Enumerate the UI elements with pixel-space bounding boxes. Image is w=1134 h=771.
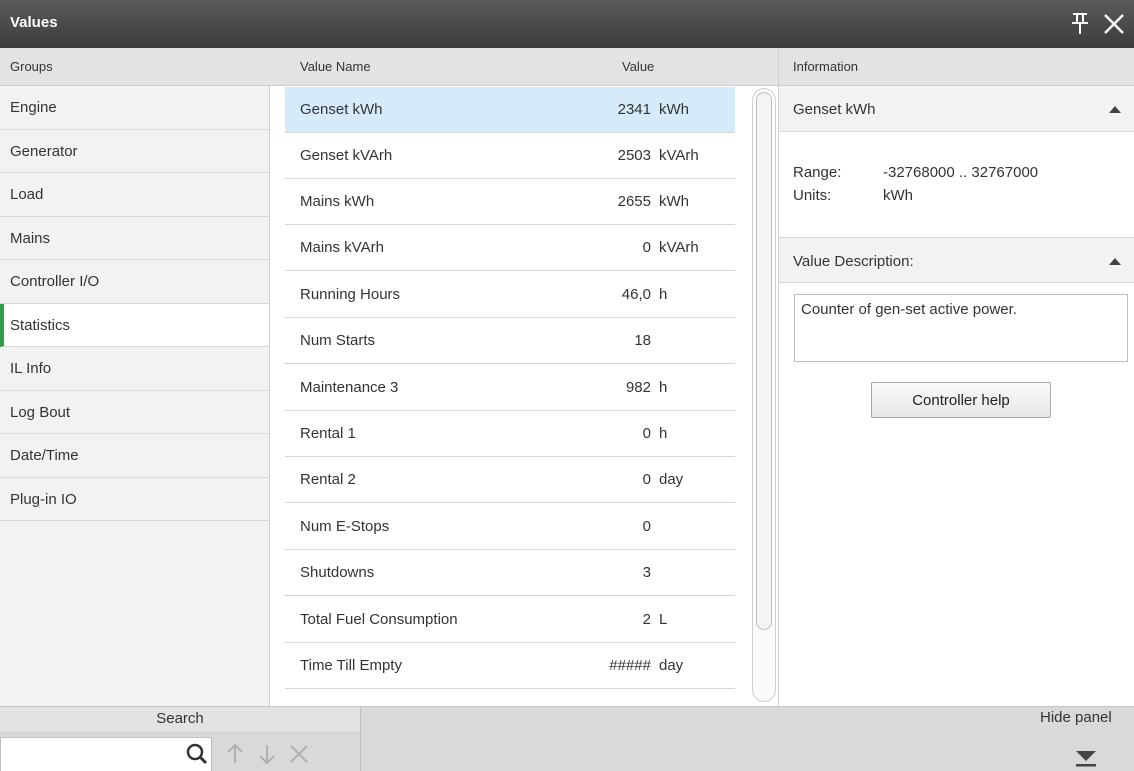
value-row[interactable]: Time Till Empty ##### day	[285, 643, 735, 689]
collapse-caret-icon[interactable]	[1109, 258, 1121, 265]
value-unit: kWh	[659, 193, 689, 210]
column-header-values: Value Name Value	[270, 48, 778, 86]
window-title: Values	[10, 14, 58, 31]
value-row[interactable]: Genset kWh 2341 kWh	[285, 87, 735, 133]
value-row[interactable]: Shutdowns 3	[285, 550, 735, 596]
value-number: 3	[642, 564, 651, 581]
clear-icon[interactable]	[286, 741, 312, 767]
value-name: Rental 2	[300, 471, 356, 488]
value-number: 0	[642, 471, 651, 488]
value-description-box: Counter of gen-set active power.	[794, 294, 1128, 362]
hide-panel-label: Hide panel	[1040, 709, 1112, 726]
pin-icon[interactable]	[1068, 10, 1092, 36]
value-number: 2	[642, 611, 651, 628]
info-selected-title: Genset kWh	[793, 101, 876, 118]
value-unit: day	[659, 471, 684, 488]
group-item-generator[interactable]: Generator	[0, 130, 269, 173]
search-label: Search	[0, 707, 360, 731]
value-unit: h	[659, 425, 668, 442]
group-item-date-time[interactable]: Date/Time	[0, 434, 269, 478]
value-number: 18	[634, 332, 651, 349]
value-number: 0	[642, 425, 651, 442]
value-number: #####	[609, 657, 651, 674]
group-item-statistics[interactable]: Statistics	[0, 303, 269, 347]
value-unit: kVArh	[659, 147, 699, 164]
value-number: 982	[625, 379, 651, 396]
value-name: Mains kWh	[300, 193, 375, 210]
values-list: Genset kWh 2341 kWh Genset kVArh 2503 kV…	[270, 86, 748, 706]
value-name: Maintenance 3	[300, 379, 399, 396]
column-header-value-name: Value Name	[300, 59, 371, 74]
value-unit: h	[659, 379, 668, 396]
value-name: Num E-Stops	[300, 518, 390, 535]
value-name: Running Hours	[300, 286, 401, 303]
value-unit: L	[659, 611, 668, 628]
value-unit: kVArh	[659, 239, 699, 256]
value-row[interactable]: Rental 2 0 day	[285, 457, 735, 503]
value-number: 2341	[617, 101, 651, 118]
value-unit: day	[659, 657, 684, 674]
arrow-up-icon[interactable]	[222, 741, 248, 767]
value-name: Genset kVArh	[300, 147, 393, 164]
value-name: Num Starts	[300, 332, 376, 349]
controller-help-button[interactable]: Controller help	[871, 382, 1051, 418]
value-description-header[interactable]: Value Description:	[779, 237, 1134, 283]
search-icon[interactable]	[184, 741, 210, 767]
value-number: 46,0	[621, 286, 651, 303]
value-name: Mains kVArh	[300, 239, 384, 256]
group-item-il-info[interactable]: IL Info	[0, 347, 269, 391]
close-icon[interactable]	[1100, 10, 1128, 38]
range-label: Range:	[793, 164, 842, 181]
column-header-groups: Groups	[0, 48, 270, 86]
value-row[interactable]: Running Hours 46,0 h	[285, 272, 735, 318]
value-row[interactable]: Rental 1 0 h	[285, 411, 735, 457]
value-row[interactable]: Num Starts 18	[285, 318, 735, 364]
group-item-engine[interactable]: Engine	[0, 86, 269, 130]
value-row[interactable]: Num E-Stops 0	[285, 504, 735, 550]
value-unit: kWh	[659, 101, 689, 118]
bottom-toolbar: Search Hide panel	[0, 706, 1134, 771]
units-value: kWh	[883, 187, 913, 204]
value-number: 0	[642, 518, 651, 535]
hide-panel-icon[interactable]	[1072, 747, 1100, 769]
value-row[interactable]: Genset kVArh 2503 kVArh	[285, 133, 735, 179]
value-row[interactable]: Mains kVArh 0 kVArh	[285, 225, 735, 271]
units-label: Units:	[793, 187, 832, 204]
value-name: Rental 1	[300, 425, 356, 442]
bottom-divider	[360, 707, 361, 771]
arrow-down-icon[interactable]	[254, 741, 280, 767]
info-selected-header[interactable]: Genset kWh	[779, 86, 1134, 132]
value-name: Total Fuel Consumption	[300, 611, 458, 628]
range-value: -32768000 .. 32767000	[883, 164, 1039, 181]
value-description-title: Value Description:	[793, 253, 914, 270]
value-name: Shutdowns	[300, 564, 375, 581]
group-item-mains[interactable]: Mains	[0, 217, 269, 260]
value-number: 2655	[617, 193, 651, 210]
value-number: 2503	[617, 147, 651, 164]
value-unit: h	[659, 286, 668, 303]
window-titlebar: Values	[0, 0, 1134, 48]
values-scrollbar-thumb[interactable]	[756, 92, 772, 630]
search-input[interactable]	[0, 737, 212, 771]
collapse-caret-icon[interactable]	[1109, 106, 1121, 113]
value-row[interactable]: Mains kWh 2655 kWh	[285, 179, 735, 225]
column-header-value: Value	[622, 59, 655, 74]
groups-list: Engine Generator Load Mains Controller I…	[0, 86, 270, 706]
value-row[interactable]: Maintenance 3 982 h	[285, 365, 735, 411]
value-number: 0	[642, 239, 651, 256]
value-name: Genset kWh	[300, 101, 383, 118]
group-item-controller-io[interactable]: Controller I/O	[0, 260, 269, 304]
information-panel: Genset kWh Range: -32768000 .. 32767000 …	[778, 86, 1134, 706]
value-name: Time Till Empty	[300, 657, 402, 674]
group-item-load[interactable]: Load	[0, 173, 269, 217]
column-header-information: Information	[778, 48, 1134, 86]
group-item-log-bout[interactable]: Log Bout	[0, 391, 269, 434]
value-row[interactable]: Total Fuel Consumption 2 L	[285, 597, 735, 643]
group-item-plug-in-io[interactable]: Plug-in IO	[0, 478, 269, 521]
